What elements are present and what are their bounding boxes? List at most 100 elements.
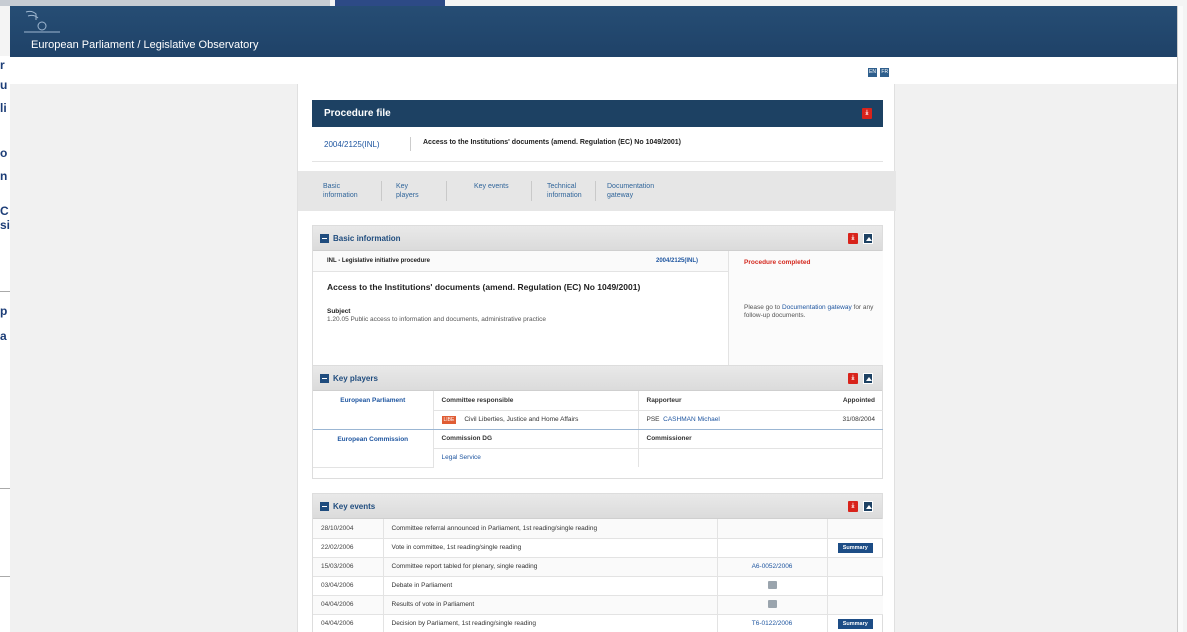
event-action: Summary	[827, 614, 883, 632]
pdf-icon[interactable]: ⤓	[848, 373, 858, 384]
pdf-icon[interactable]: ⤓	[848, 501, 858, 512]
documentation-gateway-link[interactable]: Documentation gateway	[782, 304, 852, 311]
pdf-icon[interactable]: ⤓	[862, 108, 872, 119]
procedure-type-row: INL - Legislative initiative procedure 2…	[313, 251, 728, 272]
event-date: 03/04/2006	[313, 576, 384, 596]
collapse-up-icon[interactable]	[863, 373, 873, 384]
key-players-section: Key players ⤓ European Parliament Commit…	[312, 365, 883, 479]
column-header: Committee responsible	[433, 391, 639, 411]
section-header: Basic information ⤓	[313, 226, 882, 251]
browser-window: European Parliament / Legislative Observ…	[10, 6, 1183, 632]
tab-key-players[interactable]: Key players	[396, 182, 426, 200]
institution-ep[interactable]: European Parliament	[313, 391, 434, 430]
section-title: Key events	[333, 502, 376, 511]
procedure-file-title: Procedure file	[324, 108, 391, 119]
procedure-status-panel: Procedure completed Please go to Documen…	[728, 251, 883, 366]
rapporteur-cell: PSE CASHMAN Michael	[638, 410, 818, 430]
summary-button[interactable]: Summary	[837, 618, 873, 629]
procedure-title: Access to the Institutions' documents (a…	[423, 139, 681, 146]
event-description: Committee report tabled for plenary, sin…	[383, 557, 718, 577]
event-description: Committee referral announced in Parliame…	[383, 519, 718, 539]
basic-information-section: Basic information ⤓ INL - Legislative in…	[312, 225, 883, 366]
political-group: PSE	[646, 416, 660, 423]
lang-en-button[interactable]: EN	[868, 68, 877, 77]
status-badge: Procedure completed	[744, 259, 811, 266]
divider	[410, 137, 411, 151]
procedure-page: Procedure file ⤓ 2004/2125(INL) Access t…	[297, 84, 896, 632]
commission-dg-link[interactable]: Legal Service	[433, 448, 639, 467]
key-players-table: European Parliament Committee responsibl…	[313, 391, 883, 468]
vote-results-icon[interactable]	[767, 599, 777, 608]
collapse-icon[interactable]	[320, 374, 329, 383]
procedure-reference: 2004/2125(INL) Access to the Institution…	[312, 127, 883, 162]
site-header: European Parliament / Legislative Observ…	[10, 6, 1183, 57]
event-description: Debate in Parliament	[383, 576, 718, 596]
column-header: Rapporteur	[638, 391, 818, 411]
event-date: 28/10/2004	[313, 519, 384, 539]
lang-fr-button[interactable]: FR	[880, 68, 890, 77]
key-event-row: 22/02/2006 Vote in committee, 1st reading…	[313, 538, 883, 558]
institution-ec[interactable]: European Commission	[313, 429, 434, 468]
section-title: Key players	[333, 374, 378, 383]
committee-tag[interactable]: LIBE	[441, 415, 457, 424]
document-link[interactable]: A6-0052/2006	[752, 563, 793, 570]
committee-cell: LIBE Civil Liberties, Justice and Home Af…	[433, 410, 639, 430]
collapse-up-icon[interactable]	[863, 501, 873, 512]
procedure-code[interactable]: 2004/2125(INL)	[656, 258, 698, 264]
collapse-icon[interactable]	[320, 234, 329, 243]
divider	[446, 181, 447, 201]
commissioner-cell	[638, 448, 883, 467]
section-title: Basic information	[333, 234, 401, 243]
pdf-icon[interactable]: ⤓	[848, 233, 858, 244]
tab-technical-information[interactable]: Technical information	[547, 182, 592, 200]
event-document	[717, 595, 828, 615]
table-row: European Parliament Committee responsibl…	[313, 391, 883, 430]
key-event-row: 28/10/2004 Committee referral announced i…	[313, 519, 883, 539]
section-tabs: Basic information Key players Key events…	[298, 171, 896, 211]
event-document: T6-0122/2006	[717, 614, 828, 632]
document-link[interactable]: T6-0122/2006	[752, 620, 792, 627]
scrollbar[interactable]	[1177, 6, 1183, 632]
event-document	[717, 519, 828, 539]
committee-name: Civil Liberties, Justice and Home Affair…	[464, 415, 579, 423]
tab-key-events[interactable]: Key events	[474, 182, 509, 191]
ep-logo-icon	[24, 10, 60, 33]
column-header: Commissioner	[638, 429, 883, 449]
key-event-row: 04/04/2006 Results of vote in Parliament	[313, 595, 883, 615]
procedure-code-link[interactable]: 2004/2125(INL)	[324, 140, 380, 149]
event-action	[827, 595, 883, 615]
section-header: Key events ⤓	[313, 494, 882, 519]
table-row: European Commission Commission DG Commis…	[313, 429, 883, 468]
event-document: A6-0052/2006	[717, 557, 828, 577]
key-events-table: 28/10/2004 Committee referral announced i…	[313, 519, 883, 632]
event-action	[827, 519, 883, 539]
event-date: 04/04/2006	[313, 595, 384, 615]
column-header: Appointed	[818, 391, 883, 411]
event-action: Summary	[827, 538, 883, 558]
divider	[531, 181, 532, 201]
divider	[595, 181, 596, 201]
appointed-date: 31/08/2004	[818, 410, 883, 430]
procedure-title-large: Access to the Institutions' documents (a…	[327, 282, 641, 292]
note-text: Please go to	[744, 304, 781, 311]
site-title[interactable]: European Parliament / Legislative Observ…	[31, 39, 258, 51]
follow-up-note: Please go to Documentation gateway for a…	[744, 304, 874, 320]
column-header: Commission DG	[433, 429, 639, 449]
event-date: 22/02/2006	[313, 538, 384, 558]
key-events-section: Key events ⤓ 28/10/2004 Committee referra…	[312, 493, 883, 632]
rapporteur-link[interactable]: CASHMAN Michael	[663, 416, 720, 423]
tab-basic-information[interactable]: Basic information	[323, 182, 373, 200]
section-header: Key players ⤓	[313, 366, 882, 391]
tab-documentation-gateway[interactable]: Documentation gateway	[607, 182, 679, 200]
language-bar: EN FR	[10, 57, 1183, 84]
summary-button[interactable]: Summary	[837, 542, 873, 553]
collapse-up-icon[interactable]	[863, 233, 873, 244]
key-event-row: 04/04/2006 Decision by Parliament, 1st re…	[313, 614, 883, 632]
event-action	[827, 557, 883, 577]
procedure-file-header: Procedure file ⤓	[312, 100, 883, 127]
procedure-type: INL - Legislative initiative procedure	[327, 258, 430, 264]
event-date: 15/03/2006	[313, 557, 384, 577]
event-description: Vote in committee, 1st reading/single re…	[383, 538, 718, 558]
debate-icon[interactable]	[767, 580, 777, 589]
collapse-icon[interactable]	[320, 502, 329, 511]
